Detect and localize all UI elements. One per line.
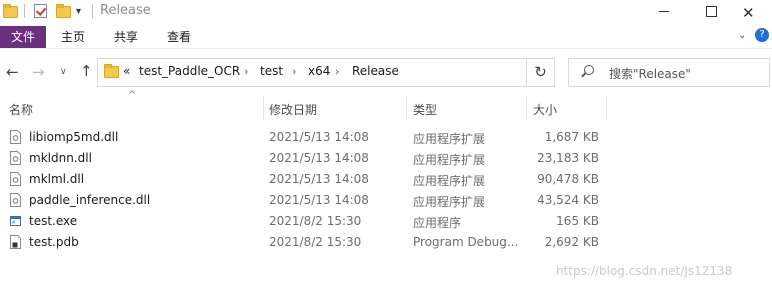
file-size: 165 KB <box>556 214 599 228</box>
refresh-icon: ↻ <box>534 63 547 81</box>
file-date: 2021/5/13 14:08 <box>269 193 369 207</box>
file-date: 2021/5/13 14:08 <box>269 130 369 144</box>
close-button[interactable]: ✕ <box>726 0 772 24</box>
chevron-right-icon[interactable]: › <box>244 65 248 78</box>
file-size: 1,687 KB <box>544 130 599 144</box>
back-icon[interactable]: ← <box>6 63 19 81</box>
file-size: 43,524 KB <box>537 193 599 207</box>
up-icon[interactable]: ↑ <box>80 62 93 80</box>
recent-locations-icon[interactable]: ∨ <box>60 67 67 77</box>
file-type: 应用程序扩展 <box>413 132 486 146</box>
new-folder-icon[interactable] <box>56 4 71 18</box>
tab-view[interactable]: 查看 <box>167 26 191 48</box>
file-type: 应用程序扩展 <box>413 174 486 188</box>
breadcrumb-overflow[interactable]: « <box>123 64 130 78</box>
breadcrumb-item[interactable]: Release <box>352 64 399 78</box>
help-icon[interactable]: ? <box>755 28 769 42</box>
file-size: 23,183 KB <box>537 151 599 165</box>
column-header-name[interactable]: 名称 <box>9 101 33 118</box>
file-name: mklml.dll <box>29 172 85 186</box>
file-type: 应用程序 <box>413 216 462 230</box>
folder-icon <box>3 4 18 18</box>
minimize-icon <box>659 11 669 12</box>
exe-icon <box>10 216 21 226</box>
breadcrumb-item[interactable]: x64 <box>308 64 330 78</box>
file-type: 应用程序扩展 <box>413 153 486 167</box>
column-divider[interactable] <box>606 96 607 120</box>
file-name: mkldnn.dll <box>29 151 92 165</box>
navigation-bar: ← → ∨ ↑ « test_Paddle_OCR › test › x64 ›… <box>0 50 772 96</box>
file-size: 90,478 KB <box>537 172 599 186</box>
breadcrumb-item[interactable]: test_Paddle_OCR <box>139 64 240 78</box>
column-divider[interactable] <box>526 96 527 120</box>
minimize-button[interactable] <box>641 0 687 24</box>
file-row[interactable]: test.exe 2021/8/2 15:30 应用程序 165 KB <box>0 211 772 232</box>
file-size: 2,692 KB <box>544 235 599 249</box>
file-name: test.pdb <box>29 235 79 249</box>
customize-quick-access-icon[interactable]: ▾ <box>76 6 81 17</box>
file-date: 2021/5/13 14:08 <box>269 151 369 165</box>
search-input[interactable]: 搜索"Release" <box>568 58 770 87</box>
dll-icon <box>10 130 21 144</box>
pdb-icon <box>10 235 21 249</box>
watermark: https://blog.csdn.net/Js12138 <box>556 264 733 278</box>
file-date: 2021/8/2 15:30 <box>269 235 362 249</box>
search-placeholder: 搜索"Release" <box>609 67 691 81</box>
file-row[interactable]: test.pdb 2021/8/2 15:30 Program Debug...… <box>0 232 772 253</box>
address-bar[interactable]: « test_Paddle_OCR › test › x64 › Release… <box>97 58 607 87</box>
file-row[interactable]: mkldnn.dll 2021/5/13 14:08 应用程序扩展 23,183… <box>0 148 772 169</box>
ribbon-tabs: 文件 主页 共享 查看 ⌄ ? <box>0 24 772 49</box>
file-name: test.exe <box>29 214 78 228</box>
expand-ribbon-icon[interactable]: ⌄ <box>738 30 746 41</box>
folder-icon <box>104 64 119 78</box>
column-header-date[interactable]: 修改日期 <box>269 101 317 118</box>
file-date: 2021/5/13 14:08 <box>269 172 369 186</box>
dll-icon <box>10 151 21 165</box>
file-name: paddle_inference.dll <box>29 193 151 207</box>
dll-icon <box>10 193 21 207</box>
forward-icon[interactable]: → <box>32 63 45 81</box>
maximize-icon <box>706 6 717 17</box>
chevron-right-icon[interactable]: › <box>292 65 296 78</box>
search-icon <box>584 65 594 75</box>
file-row[interactable]: libiomp5md.dll 2021/5/13 14:08 应用程序扩展 1,… <box>0 127 772 148</box>
sort-ascending-icon: ^ <box>128 90 137 101</box>
divider <box>92 4 93 18</box>
title-bar: ▾ Release ✕ <box>0 0 772 24</box>
file-date: 2021/8/2 15:30 <box>269 214 362 228</box>
refresh-button[interactable]: ↻ <box>527 58 555 87</box>
tab-share[interactable]: 共享 <box>114 26 138 48</box>
chevron-right-icon[interactable]: › <box>335 65 339 78</box>
tab-home[interactable]: 主页 <box>61 26 85 48</box>
column-divider[interactable] <box>406 96 407 120</box>
window-title: Release <box>100 3 151 18</box>
close-icon: ✕ <box>742 4 755 22</box>
column-header-size[interactable]: 大小 <box>533 101 557 118</box>
file-row[interactable]: paddle_inference.dll 2021/5/13 14:08 应用程… <box>0 190 772 211</box>
dll-icon <box>10 172 21 186</box>
file-row[interactable]: mklml.dll 2021/5/13 14:08 应用程序扩展 90,478 … <box>0 169 772 190</box>
file-name: libiomp5md.dll <box>29 130 119 144</box>
breadcrumb-item[interactable]: test <box>260 64 283 78</box>
divider <box>24 4 25 18</box>
file-type: Program Debug... <box>413 235 519 249</box>
properties-icon[interactable] <box>34 4 47 18</box>
file-type: 应用程序扩展 <box>413 195 486 209</box>
column-header-type[interactable]: 类型 <box>413 101 437 118</box>
column-headers: ^ 名称 修改日期 类型 大小 <box>0 90 772 120</box>
column-divider[interactable] <box>263 96 264 120</box>
tab-file[interactable]: 文件 <box>0 26 46 48</box>
